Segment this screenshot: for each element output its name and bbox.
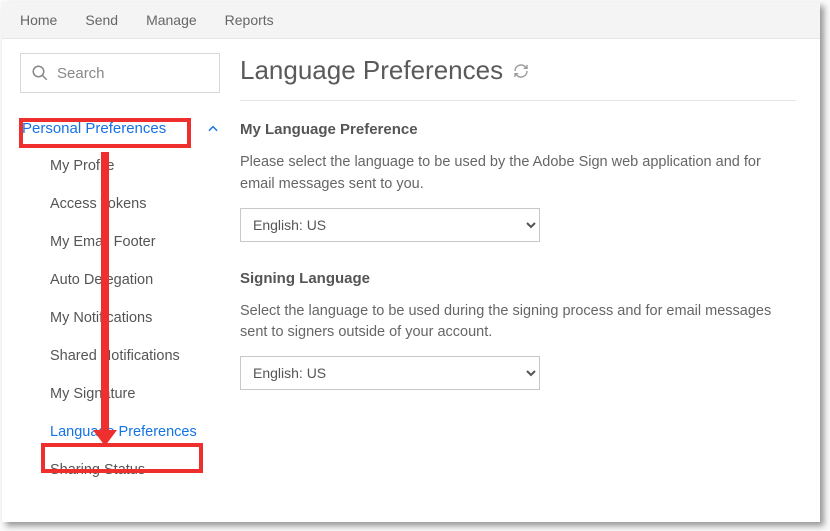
chevron-up-icon [206,122,220,136]
sidebar-section-label: Personal Preferences [20,119,168,138]
my-language-select[interactable]: English: US [240,208,540,242]
sidebar-item-my-signature[interactable]: My Signature [50,386,220,402]
page-title: Language Preferences [240,55,796,101]
sidebar-item-shared-notifications[interactable]: Shared Notifications [50,348,220,364]
nav-manage[interactable]: Manage [146,12,197,28]
main-panel: Language Preferences My Language Prefere… [232,39,820,522]
search-input[interactable] [57,65,209,82]
section-heading-signing-language: Signing Language [240,270,796,287]
section-desc-my-language: Please select the language to be used by… [240,152,780,196]
sidebar-item-my-profile[interactable]: My Profile [50,158,220,174]
sidebar: Personal Preferences My Profile Access T… [2,39,232,522]
nav-send[interactable]: Send [85,12,118,28]
search-icon [31,64,49,82]
top-nav: Home Send Manage Reports [2,2,820,39]
sidebar-item-language-preferences[interactable]: Language Preferences [50,424,220,440]
sidebar-item-my-email-footer[interactable]: My Email Footer [50,234,220,250]
section-heading-my-language: My Language Preference [240,121,796,138]
nav-home[interactable]: Home [20,12,57,28]
sidebar-item-my-notifications[interactable]: My Notifications [50,310,220,326]
signing-language-select[interactable]: English: US [240,356,540,390]
page-title-text: Language Preferences [240,55,503,86]
nav-reports[interactable]: Reports [225,12,274,28]
sidebar-item-access-tokens[interactable]: Access Tokens [50,196,220,212]
refresh-icon[interactable] [513,63,529,79]
search-box[interactable] [20,53,220,93]
sidebar-item-sharing-status[interactable]: Sharing Status [50,462,220,478]
section-desc-signing-language: Select the language to be used during th… [240,301,780,345]
sidebar-subitems: My Profile Access Tokens My Email Footer… [20,158,220,478]
sidebar-item-auto-delegation[interactable]: Auto Delegation [50,272,220,288]
sidebar-section-personal-preferences[interactable]: Personal Preferences [20,115,220,142]
